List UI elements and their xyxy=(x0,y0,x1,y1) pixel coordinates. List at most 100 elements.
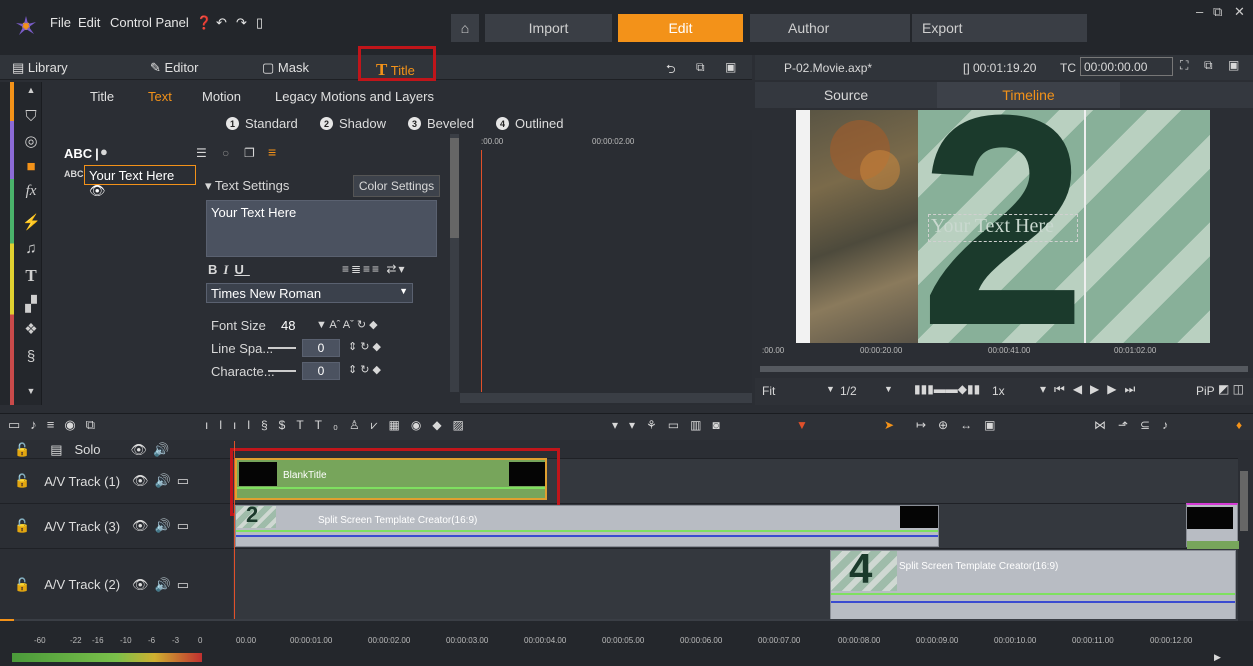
home-button[interactable]: ⌂ xyxy=(451,14,479,42)
preview-scrubber[interactable] xyxy=(760,366,1248,372)
split-screen-clip-1[interactable]: 2 Split Screen Template Creator(16:9) xyxy=(235,502,939,547)
marker-icon[interactable]: ▼ xyxy=(796,418,808,432)
add-shape-icon[interactable]: ● xyxy=(100,144,108,159)
color-settings-button[interactable]: Color Settings xyxy=(353,175,440,197)
undo-icon[interactable]: ↶ xyxy=(216,15,227,31)
font-size-controls[interactable]: ▼ Aˆ Aˇ ↻ ◆ xyxy=(316,318,378,331)
pip-icons[interactable]: ◩ ◫ xyxy=(1218,382,1244,396)
split-screen-clip-end[interactable] xyxy=(1186,503,1239,549)
style-standard[interactable]: 1 Standard xyxy=(226,116,298,131)
menu-control-panel[interactable]: Control Panel xyxy=(110,15,189,30)
timeline-tools-left[interactable]: ▭♪≡◉⧉ xyxy=(8,417,105,433)
char-spacing-slider[interactable] xyxy=(268,370,296,372)
timeline-tools-marker[interactable]: ▾▾⚘▭▥◙ xyxy=(612,418,731,432)
font-size-value[interactable]: 48 xyxy=(281,318,295,333)
timeline-scrollbar[interactable] xyxy=(1238,441,1250,621)
minimize-icon[interactable]: – xyxy=(1196,4,1203,19)
track-3-name[interactable]: A/V Track (3) xyxy=(44,519,120,534)
help-icon[interactable]: ❓ xyxy=(196,15,212,31)
font-select[interactable]: Times New Roman ▼ xyxy=(206,283,413,303)
ratio-dropdown-icon[interactable]: ▼ xyxy=(884,384,893,394)
detach-preview-icon[interactable]: ⧉ xyxy=(1204,58,1213,73)
ruler-scroll-right-icon[interactable]: ▶ xyxy=(1214,652,1221,663)
menu-edit[interactable]: Edit xyxy=(78,15,100,30)
clef-icon[interactable]: § xyxy=(22,348,40,365)
pip-label[interactable]: PiP xyxy=(1196,384,1215,398)
import-button[interactable]: Import xyxy=(485,14,612,42)
tab-library[interactable]: ▤ Library xyxy=(12,60,68,76)
track-controls-icon[interactable]: 👁🔊▭ xyxy=(132,473,195,489)
zoom-dropdown-icon[interactable]: ▼ xyxy=(826,384,835,394)
select-arrow-icon[interactable]: ➤ xyxy=(884,418,894,432)
close-icon[interactable]: ✕ xyxy=(1234,4,1245,20)
scroll-down-icon[interactable]: ▼ xyxy=(22,386,40,396)
subtab-title[interactable]: Title xyxy=(90,89,114,104)
visibility-eye-icon[interactable]: 👁 xyxy=(89,183,106,198)
zoom-fit[interactable]: Fit xyxy=(762,384,775,398)
disc-icon[interactable]: ◎ xyxy=(22,132,40,150)
char-spacing-controls[interactable]: ⇕ ↻ ◆ xyxy=(348,363,381,376)
preview-layout-icon[interactable]: ▣ xyxy=(1228,58,1239,72)
lock-icon[interactable]: 🔓 xyxy=(14,442,30,458)
track-controls-icon[interactable]: 👁🔊▭ xyxy=(132,577,195,593)
track-lock-icon[interactable]: 🔓 xyxy=(14,577,30,593)
transport-controls[interactable]: ▾⏮◀▶▶⏭ xyxy=(1040,382,1143,397)
menu-file[interactable]: File xyxy=(50,15,71,30)
split-screen-clip-2[interactable]: 4 Split Screen Template Creator(16:9) xyxy=(830,545,1236,620)
fx-icon[interactable]: fx xyxy=(22,183,40,200)
solo-icon[interactable]: ▤ xyxy=(50,442,62,458)
tab-timeline[interactable]: Timeline xyxy=(937,82,1120,108)
underline-button[interactable]: U xyxy=(234,262,249,277)
format-buttons[interactable]: BIU xyxy=(208,262,250,278)
style-shadow[interactable]: 2 Shadow xyxy=(320,116,386,131)
speed-value[interactable]: 1x xyxy=(992,384,1005,398)
layout-icon[interactable]: ▣ xyxy=(725,60,736,74)
style-beveled[interactable]: 3 Beveled xyxy=(408,116,474,131)
track-lock-icon[interactable]: 🔓 xyxy=(14,518,30,534)
shuttle-slider-icon[interactable]: ▮▮▮▬▬◆▮▮ xyxy=(914,382,980,396)
text-content-field[interactable]: Your Text Here xyxy=(206,200,437,257)
subtab-legacy[interactable]: Legacy Motions and Layers xyxy=(275,89,434,104)
scroll-up-icon[interactable]: ▲ xyxy=(22,85,40,95)
title-icon[interactable]: T xyxy=(22,266,40,286)
settings-scrollbar[interactable] xyxy=(450,134,459,392)
shield-icon[interactable]: ⛉ xyxy=(22,108,40,125)
subtab-motion[interactable]: Motion xyxy=(202,89,241,104)
circle-icon[interactable]: ○ xyxy=(222,146,229,160)
track-lock-icon[interactable]: 🔓 xyxy=(14,473,30,489)
solo-visibility-icon[interactable]: 👁 xyxy=(131,442,148,458)
italic-button[interactable]: I xyxy=(223,262,234,277)
overlay-text-box[interactable]: Your Text Here xyxy=(928,214,1078,242)
track-2-name[interactable]: A/V Track (2) xyxy=(44,577,120,592)
line-spacing-controls[interactable]: ⇕ ↻ ◆ xyxy=(348,340,381,353)
alignment-icons[interactable]: ≡≣≡≡ ⇄▾ xyxy=(342,262,406,276)
edit-button[interactable]: Edit xyxy=(618,14,743,42)
restore-icon[interactable]: ⧉ xyxy=(1213,4,1222,20)
mini-scrollbar[interactable] xyxy=(460,393,752,403)
track-controls-icon[interactable]: 👁🔊▭ xyxy=(132,518,195,534)
subtab-text[interactable]: Text xyxy=(148,89,172,104)
track-1-name[interactable]: A/V Track (1) xyxy=(44,474,120,489)
timeline-tools-mid[interactable]: ılıl§$TT₀♙⩗▦◉◆▨ xyxy=(205,418,475,433)
document-icon[interactable]: ▯ xyxy=(256,15,263,31)
music-icon[interactable]: ♫ xyxy=(22,240,40,257)
detach-icon[interactable]: ⧉ xyxy=(696,60,705,75)
text-settings-header[interactable]: ▾ Text Settings xyxy=(205,178,289,194)
text-align-icon[interactable]: ≡ xyxy=(268,144,276,160)
layer-name-field[interactable]: Your Text Here 👁 xyxy=(84,165,196,198)
preview-canvas[interactable]: 2 Your Text Here xyxy=(796,110,1210,343)
add-text-layer-button[interactable]: ABC | xyxy=(64,146,99,161)
resolution-ratio[interactable]: 1/2 xyxy=(840,384,857,398)
fullscreen-icon[interactable]: ⛶ xyxy=(1180,58,1188,73)
montage-icon[interactable]: ▞ xyxy=(22,295,40,313)
tab-source[interactable]: Source xyxy=(755,82,937,108)
bold-button[interactable]: B xyxy=(208,262,223,277)
mini-playhead[interactable] xyxy=(481,150,482,392)
tab-mask[interactable]: ▢ Mask xyxy=(262,60,309,76)
timeline-tools-right[interactable]: ⋈⬏⊆♪ xyxy=(1094,418,1180,432)
trim-tools[interactable]: ↦⊕↔▣ xyxy=(916,418,1007,432)
line-spacing-slider[interactable] xyxy=(268,347,296,349)
author-button[interactable]: Author xyxy=(750,14,910,42)
copy-icon[interactable]: ❐ xyxy=(244,146,255,160)
char-spacing-field[interactable]: 0 xyxy=(302,362,340,380)
